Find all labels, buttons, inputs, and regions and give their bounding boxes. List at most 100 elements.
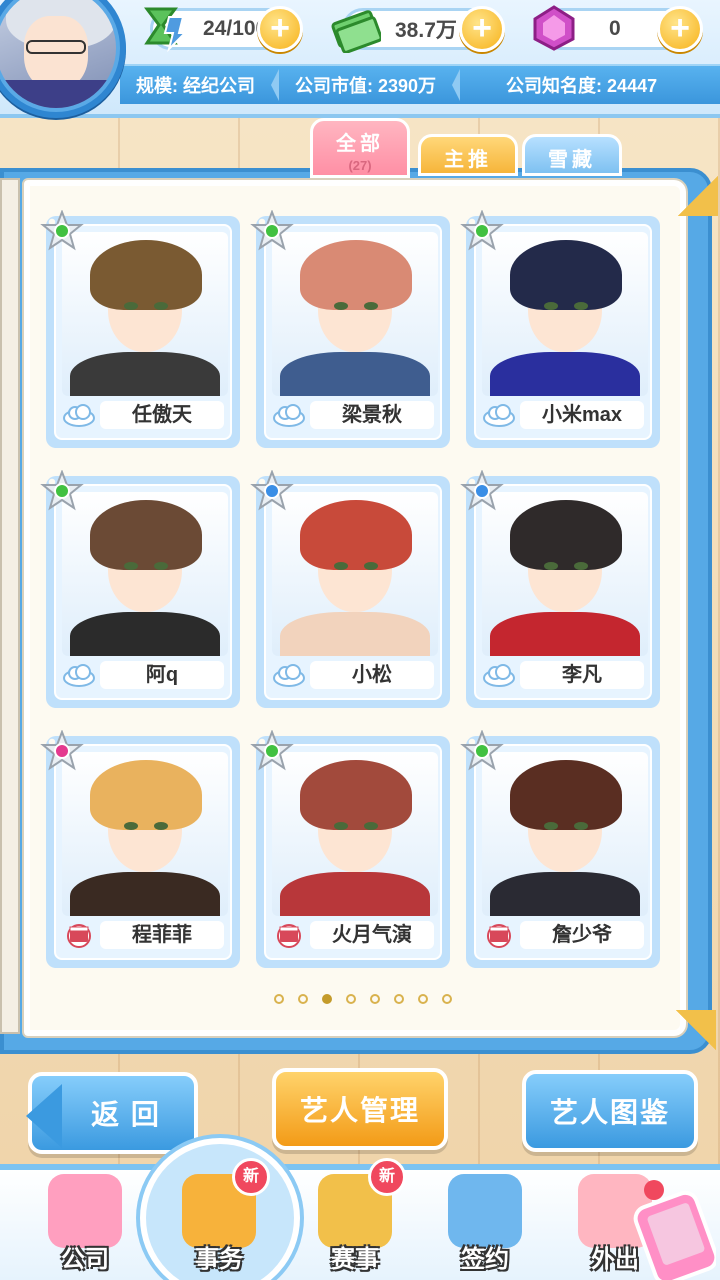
book-spine: [0, 178, 20, 1034]
artist-portrait: [272, 232, 438, 396]
tab-shelved[interactable]: 雪藏: [522, 134, 622, 176]
artist-card[interactable]: 任傲天: [40, 210, 240, 448]
artist-card[interactable]: 阿q: [40, 470, 240, 708]
card-frame: 李凡: [474, 484, 652, 700]
rank-star-icon: [40, 470, 84, 511]
cloud-icon: [273, 664, 305, 687]
tab-shelved-label: 雪藏: [548, 149, 596, 171]
artist-name: 小米max: [520, 401, 644, 429]
artist-name: 小松: [310, 661, 434, 689]
nav-label: 事务: [195, 1246, 243, 1273]
new-badge: 新: [232, 1158, 270, 1196]
energy-counter: 24/100 +: [144, 6, 303, 53]
page-dot[interactable]: [346, 994, 356, 1004]
divider: [271, 69, 279, 101]
page-dot[interactable]: [370, 994, 380, 1004]
back-button[interactable]: 返 回: [26, 1072, 198, 1154]
diamond-icon: [533, 5, 575, 51]
cloud-icon: [483, 664, 515, 687]
rank-star-icon: [250, 210, 294, 251]
money-value: 38.7万: [395, 19, 457, 42]
rank-star-icon: [460, 730, 504, 771]
artist-management-label: 艺人管理: [299, 1095, 420, 1126]
artist-card[interactable]: 李凡: [460, 470, 660, 708]
artist-management-button[interactable]: 艺人管理: [272, 1068, 448, 1150]
card-frame: 任傲天: [54, 224, 232, 440]
card-frame: 阿q: [54, 484, 232, 700]
page-dot[interactable]: [298, 994, 308, 1004]
divider: [452, 69, 461, 101]
name-bar: 李凡: [480, 658, 650, 692]
artist-portrait: [62, 232, 228, 396]
film-icon: [67, 924, 91, 948]
name-bar: 小米max: [480, 398, 650, 432]
page-dot[interactable]: [274, 994, 284, 1004]
avatar[interactable]: [0, 0, 116, 108]
phone-icon[interactable]: [626, 1176, 716, 1280]
nav-label: 公司: [61, 1246, 109, 1273]
nav-item-contract[interactable]: 签约: [430, 1166, 540, 1276]
tab-featured[interactable]: 主推: [418, 134, 518, 176]
money-icon: [331, 10, 381, 53]
artist-portrait: [482, 232, 648, 396]
nav-label: 签约: [461, 1246, 509, 1273]
artist-card[interactable]: 火月气演: [250, 730, 450, 968]
artist-portrait: [272, 492, 438, 656]
nav-item-manager[interactable]: 新 事务: [164, 1158, 274, 1276]
back-button-label: 返 回: [91, 1099, 161, 1130]
artist-card[interactable]: 小松: [250, 470, 450, 708]
artist-gallery-button[interactable]: 艺人图鉴: [522, 1070, 698, 1152]
artist-portrait: [272, 752, 438, 916]
artist-portrait: [62, 492, 228, 656]
company-stats: 规模: 经纪公司 公司市值: 2390万 公司知名度: 24447: [120, 64, 720, 104]
artist-name: 梁景秋: [310, 401, 434, 429]
nav-label: 赛事: [331, 1246, 379, 1273]
artist-card[interactable]: 小米max: [460, 210, 660, 448]
hourglass-icon: [144, 7, 188, 53]
add-energy-button[interactable]: +: [257, 6, 303, 52]
tab-all-count: (27): [348, 158, 372, 173]
name-bar: 小松: [270, 658, 440, 692]
nav-item-trophy[interactable]: 新 赛事: [300, 1158, 410, 1276]
page-dot[interactable]: [442, 994, 452, 1004]
artist-portrait: [62, 752, 228, 916]
nav-item-store[interactable]: 公司: [30, 1166, 140, 1276]
card-frame: 小米max: [474, 224, 652, 440]
company-market-value: 公司市值: 2390万: [295, 76, 437, 96]
tab-all[interactable]: 全部 (27): [310, 118, 410, 178]
artist-name: 詹少爷: [520, 921, 644, 949]
artist-card[interactable]: 梁景秋: [250, 210, 450, 448]
card-frame: 梁景秋: [264, 224, 442, 440]
card-frame: 程菲菲: [54, 744, 232, 960]
store-icon: [48, 1174, 122, 1248]
page-corner: [678, 176, 718, 216]
tab-all-label: 全部: [336, 133, 384, 155]
artist-name: 火月气演: [310, 921, 434, 949]
name-bar: 火月气演: [270, 918, 440, 952]
artist-card[interactable]: 程菲菲: [40, 730, 240, 968]
page-dot[interactable]: [418, 994, 428, 1004]
add-gem-button[interactable]: +: [657, 6, 703, 52]
money-counter: 38.7万 +: [331, 6, 505, 53]
page-corner: [676, 1010, 716, 1050]
gem-value: 0: [609, 17, 621, 40]
page-dot[interactable]: [322, 994, 332, 1004]
artist-name: 程菲菲: [100, 921, 224, 949]
gem-counter: 0 +: [533, 5, 703, 52]
contract-icon: [448, 1174, 522, 1248]
rank-star-icon: [40, 730, 84, 771]
company-fame: 公司知名度: 24447: [506, 76, 658, 96]
artist-gallery-label: 艺人图鉴: [549, 1097, 670, 1128]
film-icon: [487, 924, 511, 948]
artist-name: 李凡: [520, 661, 644, 689]
rank-star-icon: [40, 210, 84, 251]
artist-portrait: [482, 492, 648, 656]
artist-card[interactable]: 詹少爷: [460, 730, 660, 968]
name-bar: 任傲天: [60, 398, 230, 432]
page-dot[interactable]: [394, 994, 404, 1004]
name-bar: 詹少爷: [480, 918, 650, 952]
name-bar: 梁景秋: [270, 398, 440, 432]
add-money-button[interactable]: +: [459, 6, 505, 52]
rank-star-icon: [250, 730, 294, 771]
name-bar: 阿q: [60, 658, 230, 692]
